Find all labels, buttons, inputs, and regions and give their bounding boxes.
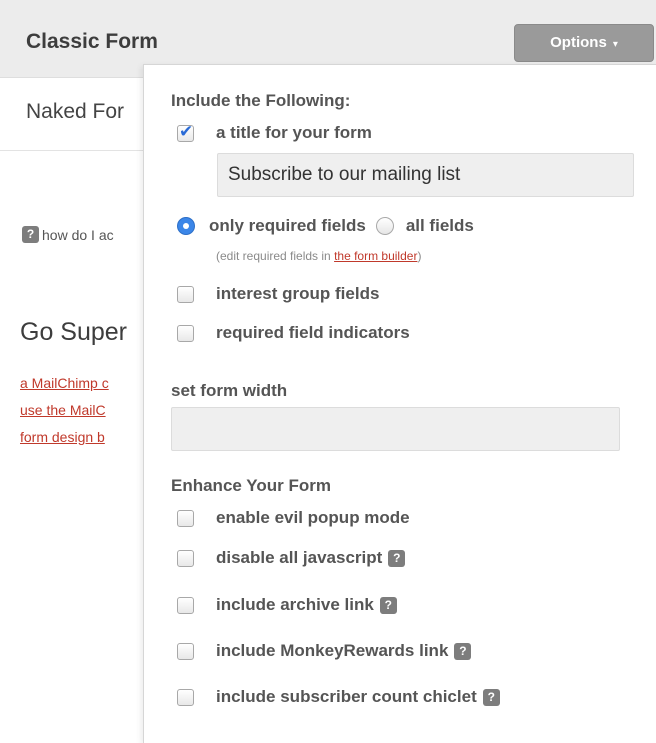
- enhance-heading: Enhance Your Form: [171, 476, 331, 495]
- disable-javascript-checkbox[interactable]: [177, 549, 194, 567]
- required-indicators-checkbox[interactable]: [177, 324, 194, 342]
- edit-note-suffix: ): [417, 249, 422, 263]
- help-icon: ?: [22, 226, 39, 243]
- subscriber-chiclet-label: include subscriber count chiclet: [216, 687, 477, 706]
- help-link-text: how do I ac: [42, 226, 114, 243]
- include-heading: Include the Following:: [171, 91, 351, 110]
- edit-note-prefix: (edit required fields in: [216, 249, 335, 263]
- monkeyrewards-option[interactable]: include MonkeyRewards link ?: [177, 641, 472, 661]
- required-indicators-option[interactable]: required field indicators: [177, 323, 410, 343]
- only-required-radio[interactable]: [177, 217, 195, 235]
- interest-groups-option[interactable]: interest group fields: [177, 284, 379, 304]
- evil-popup-checkbox[interactable]: [177, 509, 194, 527]
- evil-popup-option[interactable]: enable evil popup mode: [177, 508, 410, 528]
- form-design-link[interactable]: form design b: [20, 424, 109, 451]
- all-fields-radio[interactable]: [375, 217, 394, 235]
- use-mailchimp-link[interactable]: use the MailC: [20, 397, 109, 424]
- help-icon[interactable]: ?: [388, 549, 406, 567]
- fields-radio-group: only required fields all fields: [177, 216, 474, 236]
- form-width-input[interactable]: [171, 407, 620, 451]
- mailchimp-link[interactable]: a MailChimp c: [20, 370, 109, 397]
- monkeyrewards-label: include MonkeyRewards link: [216, 641, 449, 660]
- naked-form-label: Naked For: [26, 100, 125, 123]
- disable-javascript-label: disable all javascript: [216, 548, 383, 567]
- title-checkbox[interactable]: [177, 122, 194, 142]
- monkeyrewards-checkbox[interactable]: [177, 642, 194, 660]
- interest-groups-label: interest group fields: [216, 284, 380, 303]
- interest-groups-checkbox[interactable]: [177, 285, 194, 303]
- help-icon[interactable]: ?: [482, 688, 500, 706]
- edit-required-note: (edit required fields in the form builde…: [216, 249, 421, 263]
- archive-link-label: include archive link: [216, 595, 374, 614]
- go-super-links: a MailChimp c use the MailC form design …: [20, 370, 109, 451]
- chevron-down-icon: ▾: [612, 39, 618, 50]
- subscriber-chiclet-checkbox[interactable]: [177, 688, 194, 706]
- options-button-label: Options: [550, 34, 607, 51]
- help-icon[interactable]: ?: [379, 596, 397, 614]
- go-super-heading: Go Super: [20, 318, 128, 346]
- subscriber-chiclet-option[interactable]: include subscriber count chiclet ?: [177, 687, 500, 707]
- all-fields-label: all fields: [405, 216, 474, 235]
- page-title: Classic Form: [26, 30, 158, 53]
- options-dropdown: Include the Following: a title for your …: [143, 64, 656, 743]
- title-option[interactable]: a title for your form: [177, 122, 372, 143]
- required-indicators-label: required field indicators: [216, 323, 410, 342]
- form-builder-link[interactable]: the form builder: [334, 249, 417, 263]
- archive-link-checkbox[interactable]: [177, 596, 194, 614]
- help-link[interactable]: ? how do I ac: [22, 226, 114, 243]
- only-required-label: only required fields: [209, 216, 366, 235]
- help-icon[interactable]: ?: [454, 642, 472, 660]
- disable-javascript-option[interactable]: disable all javascript ?: [177, 548, 406, 568]
- form-width-heading: set form width: [171, 381, 288, 400]
- options-button[interactable]: Options ▾: [514, 24, 654, 62]
- title-option-label: a title for your form: [216, 123, 372, 142]
- archive-link-option[interactable]: include archive link ?: [177, 595, 397, 615]
- form-title-input[interactable]: [217, 153, 634, 197]
- evil-popup-label: enable evil popup mode: [216, 508, 410, 527]
